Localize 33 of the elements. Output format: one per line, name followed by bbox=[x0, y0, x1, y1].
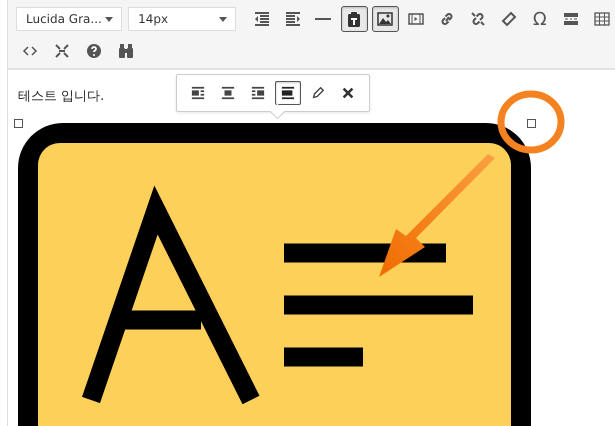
font-family-dropdown[interactable]: Lucida Gra... bbox=[16, 7, 122, 31]
help-icon bbox=[86, 43, 102, 59]
film-icon bbox=[408, 11, 424, 27]
font-size-dropdown[interactable]: 14px bbox=[128, 7, 236, 31]
align-right-icon bbox=[251, 86, 265, 100]
eraser-icon bbox=[500, 11, 517, 27]
link-icon bbox=[439, 11, 456, 27]
clipboard-icon bbox=[346, 11, 362, 27]
fullscreen-icon bbox=[54, 43, 70, 59]
outdent-icon bbox=[254, 11, 270, 27]
toolbar-button[interactable] bbox=[372, 6, 399, 32]
resize-handle[interactable] bbox=[14, 119, 23, 128]
indent-icon bbox=[284, 11, 301, 27]
align-center-icon bbox=[221, 86, 235, 100]
table-icon bbox=[594, 11, 610, 27]
align-none-icon bbox=[281, 86, 295, 100]
page-break-icon bbox=[562, 11, 579, 27]
resize-handle[interactable] bbox=[527, 119, 536, 128]
letter-card-image[interactable] bbox=[18, 123, 531, 426]
annotation-circle bbox=[498, 90, 564, 154]
caret-icon bbox=[105, 16, 114, 22]
image-toolbar-button[interactable] bbox=[275, 81, 301, 105]
close-icon bbox=[341, 86, 355, 100]
binoculars-icon bbox=[118, 43, 134, 59]
broken-link-icon bbox=[470, 11, 486, 27]
toolbar-button[interactable] bbox=[340, 6, 368, 32]
symbol-button[interactable]: Ω bbox=[526, 6, 554, 32]
paragraph: 테스트 입니다. bbox=[18, 88, 104, 106]
pencil-icon bbox=[311, 86, 325, 100]
caret-icon bbox=[219, 16, 228, 22]
align-left-icon bbox=[191, 86, 205, 100]
image-icon bbox=[377, 11, 394, 27]
horizontal-line-icon bbox=[315, 18, 332, 20]
